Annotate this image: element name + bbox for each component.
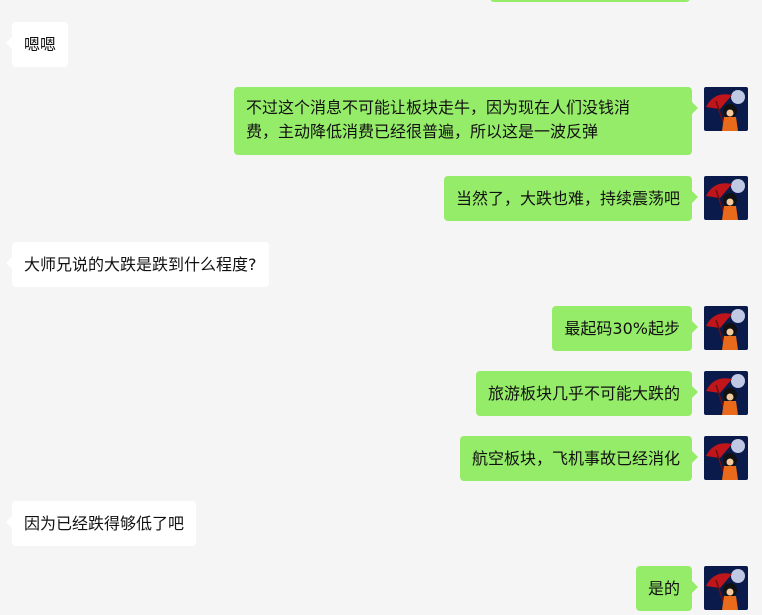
message-bubble-outgoing[interactable]: 旅游板块几乎不可能大跌的 <box>475 371 699 416</box>
message-bubble-partial[interactable] <box>490 0 690 2</box>
message-text: 大师兄说的大跌是跌到什么程度? <box>24 255 257 274</box>
user-avatar[interactable] <box>704 87 748 131</box>
user-avatar[interactable] <box>704 436 748 480</box>
user-avatar[interactable] <box>704 176 748 220</box>
message-bubble-outgoing[interactable]: 是的 <box>635 566 699 611</box>
user-avatar[interactable] <box>704 306 748 350</box>
user-avatar[interactable] <box>704 371 748 415</box>
avatar-image <box>704 566 748 610</box>
message-text: 最起码30%起步 <box>564 319 680 338</box>
chat-message-list[interactable]: 嗯嗯 不过这个消息不可能让板块走牛，因为现在人们没钱消 费，主动降低消费已经很普… <box>0 0 762 615</box>
avatar-image <box>704 87 748 131</box>
message-bubble-outgoing[interactable]: 当然了，大跌也难，持续震荡吧 <box>443 176 699 221</box>
message-bubble-incoming[interactable]: 嗯嗯 <box>5 22 69 67</box>
message-text: 是的 <box>647 579 680 598</box>
avatar-image <box>704 436 748 480</box>
message-bubble-outgoing[interactable]: 航空板块，飞机事故已经消化 <box>459 436 699 481</box>
message-bubble-incoming[interactable]: 因为已经跌得够低了吧 <box>5 501 197 546</box>
avatar-image <box>704 176 748 220</box>
message-text-line: 不过这个消息不可能让板块走牛，因为现在人们没钱消 <box>246 98 631 117</box>
avatar-image <box>704 371 748 415</box>
message-text: 旅游板块几乎不可能大跌的 <box>487 384 680 403</box>
message-text: 嗯嗯 <box>24 35 57 54</box>
avatar-image <box>704 306 748 350</box>
message-bubble-outgoing[interactable]: 最起码30%起步 <box>552 306 698 351</box>
message-text: 因为已经跌得够低了吧 <box>24 514 185 533</box>
message-text: 航空板块，飞机事故已经消化 <box>471 449 680 468</box>
message-text-line: 费，主动降低消费已经很普遍，所以这是一波反弹 <box>246 122 599 141</box>
message-bubble-incoming[interactable]: 大师兄说的大跌是跌到什么程度? <box>6 242 269 287</box>
user-avatar[interactable] <box>704 566 748 610</box>
message-bubble-outgoing[interactable]: 不过这个消息不可能让板块走牛，因为现在人们没钱消 费，主动降低消费已经很普遍，所… <box>234 87 698 155</box>
message-text: 当然了，大跌也难，持续震荡吧 <box>455 189 680 208</box>
